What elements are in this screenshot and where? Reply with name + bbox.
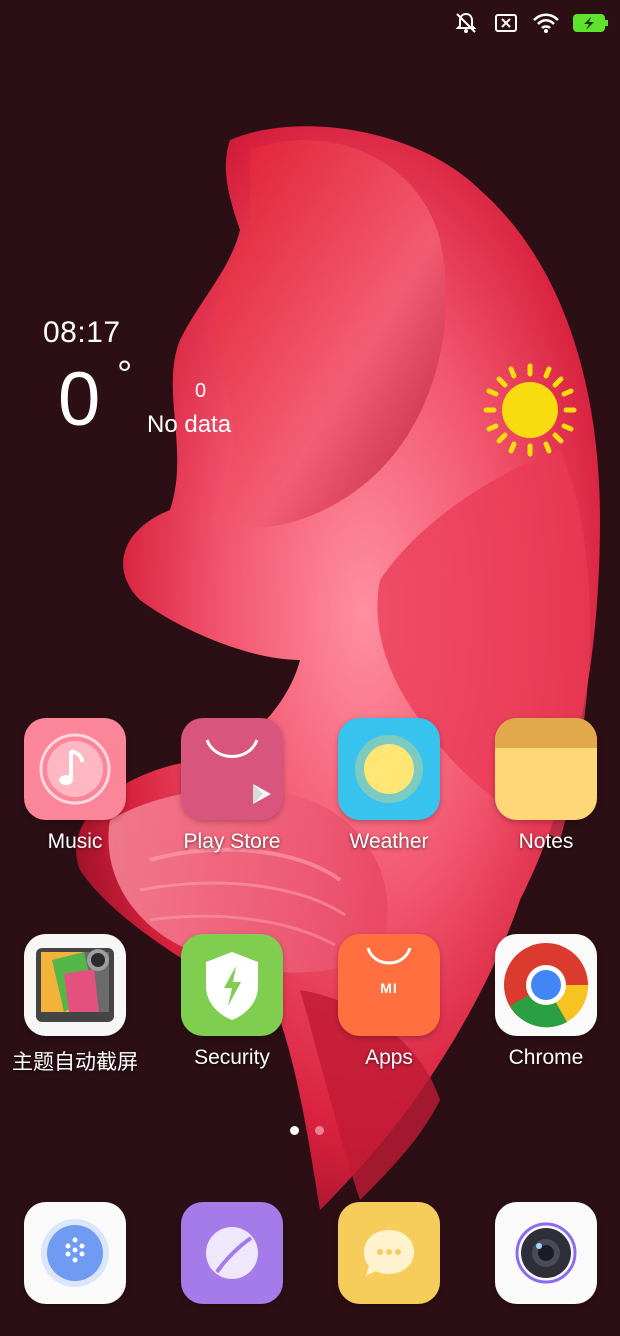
app-label: Music — [47, 830, 103, 853]
mute-icon — [452, 9, 480, 37]
page-dot-1[interactable] — [290, 1126, 299, 1135]
widget-temperature: 0 — [58, 357, 101, 442]
dock-camera[interactable] — [466, 1202, 620, 1304]
app-label: Chrome — [508, 1046, 584, 1069]
page-dot-2[interactable] — [315, 1126, 324, 1135]
app-weather[interactable]: Weather — [309, 718, 469, 854]
theme-screenshot-icon — [24, 934, 126, 1036]
page-indicator — [290, 1126, 324, 1135]
app-label: Security — [194, 1046, 270, 1069]
battery-charging-icon — [572, 9, 610, 37]
play-store-icon — [181, 718, 283, 820]
app-music[interactable]: Music — [0, 718, 155, 854]
app-security[interactable]: Security — [152, 934, 312, 1070]
wifi-icon — [532, 9, 560, 37]
app-apps-store[interactable]: MI Apps — [309, 934, 469, 1070]
app-play-store[interactable]: Play Store — [152, 718, 312, 854]
app-label: Apps — [365, 1046, 413, 1069]
weather-icon — [338, 718, 440, 820]
widget-aux-value: 0 — [195, 380, 207, 402]
app-label: Play Store — [183, 830, 281, 853]
browser-icon — [181, 1202, 283, 1304]
music-icon — [24, 718, 126, 820]
mi-logo: MI — [380, 980, 398, 996]
widget-degree-symbol: ° — [117, 354, 133, 396]
phone-dialer-icon — [24, 1202, 126, 1304]
dock-messages[interactable] — [309, 1202, 469, 1304]
security-icon — [181, 934, 283, 1036]
dock-phone[interactable] — [0, 1202, 155, 1304]
app-notes[interactable]: Notes — [466, 718, 620, 854]
dock-browser[interactable] — [152, 1202, 312, 1304]
app-label: 主题自动截屏 — [12, 1050, 138, 1074]
sim-off-icon — [492, 9, 520, 37]
notes-icon — [495, 718, 597, 820]
wallpaper — [0, 0, 620, 1336]
sun-icon — [483, 363, 577, 457]
app-label: Weather — [349, 830, 429, 853]
status-bar — [452, 8, 610, 38]
camera-icon — [495, 1202, 597, 1304]
messaging-icon — [338, 1202, 440, 1304]
widget-time: 08:17 — [43, 316, 121, 349]
widget-status: No data — [147, 411, 232, 438]
chrome-icon — [495, 934, 597, 1036]
apps-store-icon: MI — [338, 934, 440, 1036]
app-label: Notes — [518, 830, 574, 853]
app-theme-screenshot[interactable]: 主题自动截屏 — [0, 934, 155, 1076]
app-chrome[interactable]: Chrome — [466, 934, 620, 1070]
